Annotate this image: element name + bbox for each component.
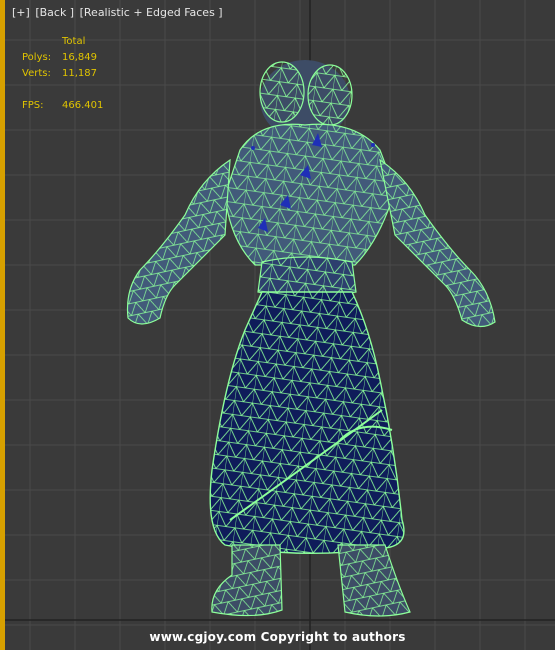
stats-polys-row: Polys: 16,849 [22, 52, 122, 68]
viewport[interactable]: [+] [Back ] [Realistic + Edged Faces ] T… [0, 0, 555, 650]
stats-polys-value: 16,849 [62, 52, 97, 63]
stats-fps-row: FPS: 466.401 [22, 100, 122, 116]
statistics-overlay: Total Polys: 16,849 Verts: 11,187 FPS: 4… [22, 36, 122, 116]
stats-polys-label: Polys: [22, 52, 52, 63]
viewport-menu-plus[interactable]: [+] [12, 6, 30, 19]
stats-verts-row: Verts: 11,187 [22, 68, 122, 84]
stats-total-header: Total [62, 36, 86, 47]
stats-verts-value: 11,187 [62, 68, 97, 79]
stats-header-row: Total [22, 36, 122, 52]
stats-fps-label: FPS: [22, 100, 44, 111]
robe-mesh [209, 291, 405, 555]
right-arm-mesh [379, 158, 496, 328]
viewport-shading-mode[interactable]: [Realistic + Edged Faces ] [80, 6, 223, 19]
left-arm-mesh [126, 158, 231, 325]
torso-mesh [224, 123, 396, 266]
viewport-active-border [0, 0, 5, 650]
belt-mesh [257, 256, 357, 297]
stats-verts-label: Verts: [22, 68, 51, 79]
viewport-label[interactable]: [+] [Back ] [Realistic + Edged Faces ] [12, 6, 225, 19]
legs-mesh [211, 544, 411, 617]
stats-fps-value: 466.401 [62, 100, 104, 111]
viewport-view-name[interactable]: [Back ] [35, 6, 74, 19]
copyright-watermark: www.cgjoy.com Copyright to authors [149, 630, 406, 644]
